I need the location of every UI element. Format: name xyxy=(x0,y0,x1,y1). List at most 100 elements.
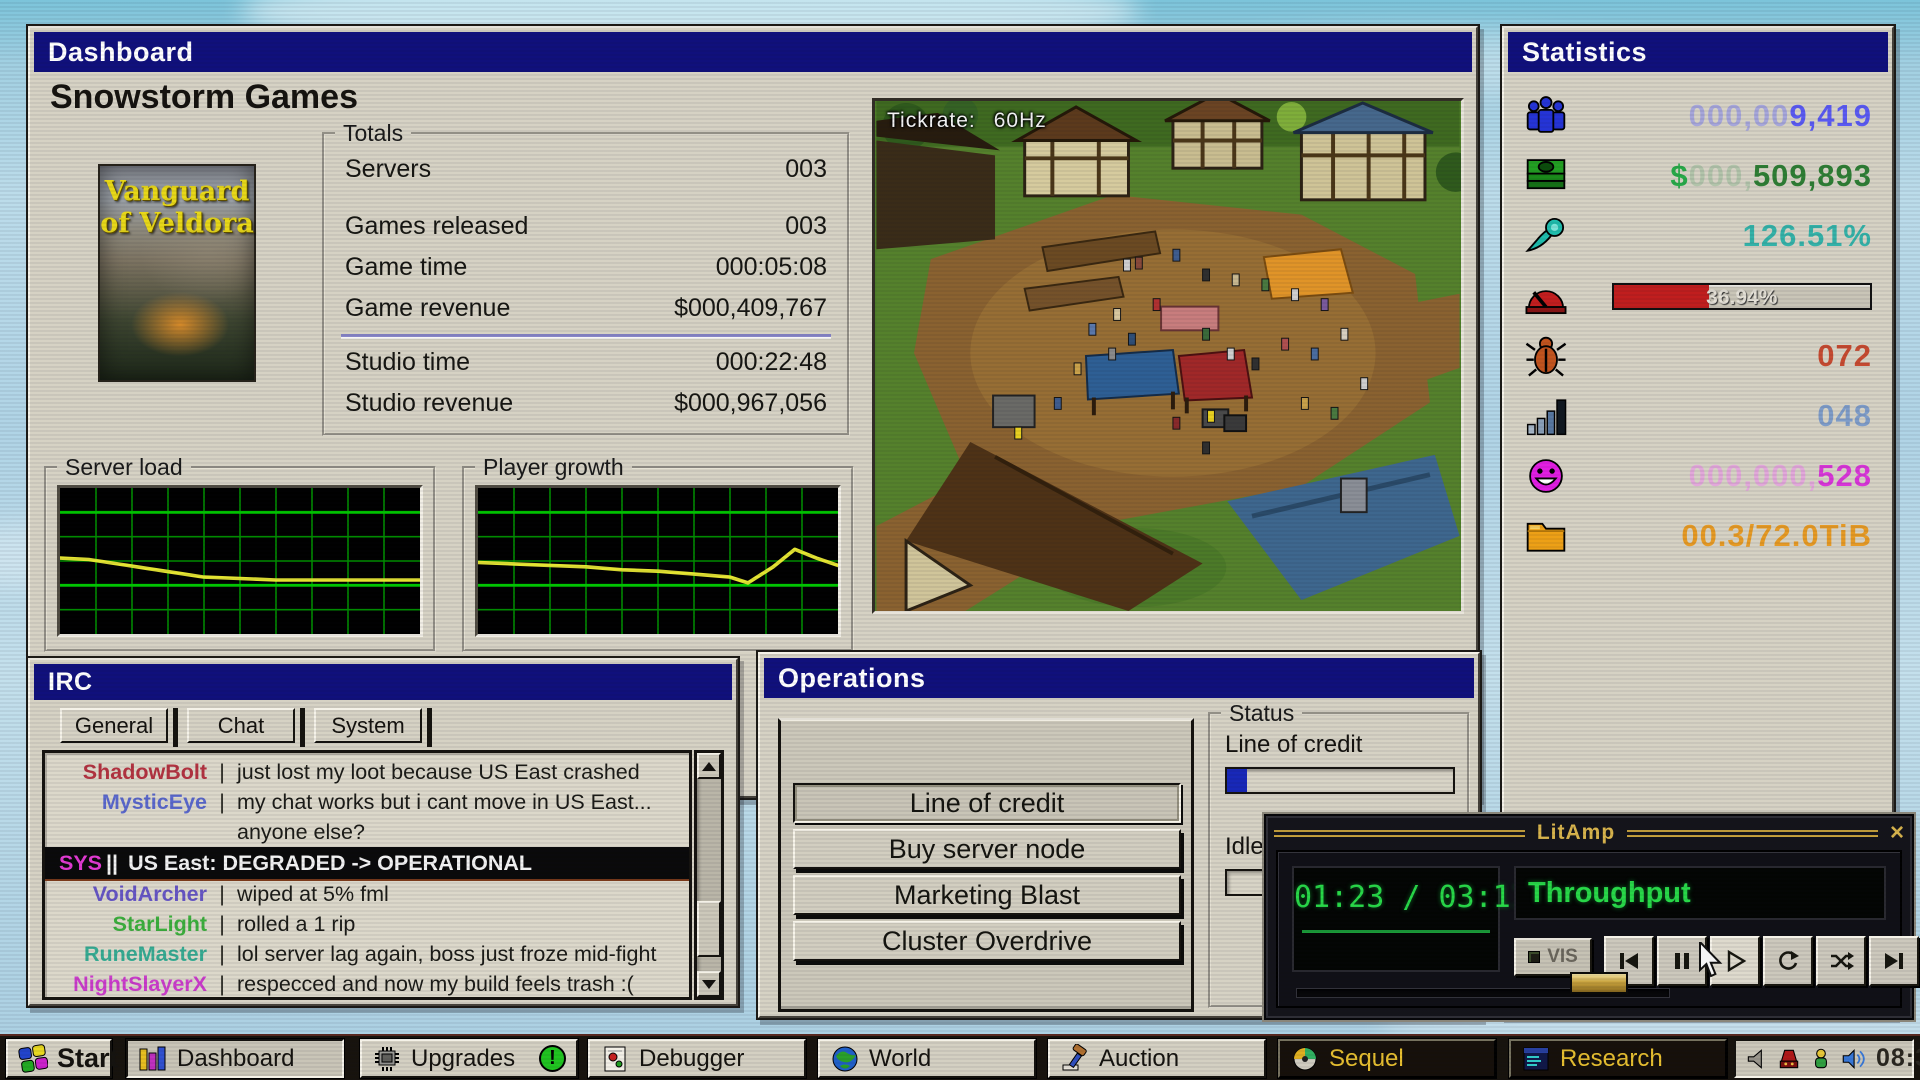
system-tray: 08:37 xyxy=(1734,1039,1914,1078)
slider-handle[interactable] xyxy=(1570,972,1628,994)
taskbar-button-auction[interactable]: Auction xyxy=(1048,1039,1266,1078)
signal-icon xyxy=(1524,394,1568,438)
totals-label: Studio time xyxy=(345,348,470,377)
start-button[interactable]: Start xyxy=(6,1039,112,1078)
totals-row: Game time 000:05:08 xyxy=(329,247,843,288)
game-viewport[interactable]: Tickrate:60Hz xyxy=(872,98,1464,614)
totals-row: Game revenue $000,409,767 xyxy=(329,288,843,329)
tab-chat[interactable]: Chat xyxy=(187,708,295,743)
irc-message: MysticEye | my chat works but i cant mov… xyxy=(45,787,689,817)
stat-row: 000,000,528 xyxy=(1508,446,1888,506)
litamp-volume-slider[interactable] xyxy=(1296,988,1670,998)
playback-tray-icon[interactable] xyxy=(1744,1046,1770,1072)
totals-value: $000,409,767 xyxy=(674,294,827,323)
irc-separator: || xyxy=(106,851,118,876)
tickrate-label: Tickrate:60Hz xyxy=(887,109,1047,133)
start-logo-icon xyxy=(18,1044,48,1074)
litamp-main: 01:23 / 03:11 Throughput VIS xyxy=(1276,850,1902,1008)
irc-title: IRC xyxy=(48,668,93,697)
volume-tray-icon[interactable] xyxy=(1840,1046,1866,1072)
game-cover-title-line2: of Veldora xyxy=(100,208,254,240)
litamp-lcd: 01:23 / 03:11 xyxy=(1292,866,1500,972)
scroll-up-button[interactable] xyxy=(697,753,721,779)
line-of-credit-button[interactable]: Line of credit xyxy=(793,783,1181,823)
player-growth-legend: Player growth xyxy=(475,454,632,481)
irc-message-text: my chat works but i cant move in US East… xyxy=(237,790,652,815)
totals-row: Studio time 000:22:48 xyxy=(329,342,843,383)
taskbar-button-debugger[interactable]: Debugger xyxy=(588,1039,806,1078)
previous-icon xyxy=(1616,948,1642,974)
upgrades-icon xyxy=(372,1044,402,1074)
stat-value: 048 xyxy=(1817,398,1872,434)
taskbar-button-label: Auction xyxy=(1099,1045,1179,1073)
irc-message: RuneMaster | lol server lag again, boss … xyxy=(45,939,689,969)
irc-message: VoidArcher | wiped at 5% fml xyxy=(45,879,689,909)
scroll-down-button[interactable] xyxy=(697,971,721,997)
litamp-track-title: Throughput xyxy=(1528,877,1691,910)
irc-separator: | xyxy=(215,972,229,997)
litamp-track-display: Throughput xyxy=(1514,866,1886,920)
totals-value: 003 xyxy=(785,155,827,184)
taskbar-button-dashboard[interactable]: Dashboard xyxy=(126,1039,344,1078)
totals-label: Game time xyxy=(345,253,467,282)
tab-label: General xyxy=(75,713,153,739)
totals-groupbox: Totals Servers 003 Games released 003 Ga… xyxy=(322,132,850,436)
cluster-overdrive-button[interactable]: Cluster Overdrive xyxy=(793,921,1181,961)
shuffle-button[interactable] xyxy=(1816,936,1866,986)
game-cover[interactable]: Vanguard of Veldora xyxy=(98,164,256,382)
status-label: Idle xyxy=(1225,833,1264,861)
stat-row: 36.94% xyxy=(1508,266,1888,326)
irc-window: IRC General Chat System ShadowBolt | jus… xyxy=(28,658,738,1006)
taskbar-button-research[interactable]: Research xyxy=(1509,1039,1727,1078)
irc-nick: NightSlayerX xyxy=(45,972,207,997)
player-growth-groupbox: Player growth xyxy=(462,466,854,652)
litamp-window: LitAmp × 01:23 / 03:11 Throughput VIS xyxy=(1264,814,1914,1020)
next-button[interactable] xyxy=(1869,936,1919,986)
close-icon[interactable]: × xyxy=(1890,821,1904,845)
operations-title: Operations xyxy=(778,663,926,694)
buy-server-node-button[interactable]: Buy server node xyxy=(793,829,1181,869)
irc-message: ShadowBolt | just lost my loot because U… xyxy=(45,757,689,787)
tab-system[interactable]: System xyxy=(314,708,422,743)
bar-label: 36.94% xyxy=(1706,286,1777,310)
irc-nick: SYS xyxy=(59,851,102,876)
taskbar-button-world[interactable]: World xyxy=(818,1039,1036,1078)
irc-message-text: respecced and now my build feels trash :… xyxy=(237,972,634,997)
statistics-titlebar[interactable]: Statistics xyxy=(1508,32,1888,72)
irc-nick: StarLight xyxy=(45,912,207,937)
irc-message: anyone else? xyxy=(45,817,689,847)
play-icon xyxy=(1722,948,1748,974)
arrow-down-icon xyxy=(702,980,716,989)
irc-nick: MysticEye xyxy=(45,790,207,815)
dashboard-titlebar[interactable]: Dashboard xyxy=(34,32,1472,72)
irc-nick: ShadowBolt xyxy=(45,760,207,785)
repeat-button[interactable] xyxy=(1763,936,1813,986)
litamp-titlebar[interactable]: LitAmp × xyxy=(1274,820,1904,846)
taskbar-button-label: Dashboard xyxy=(177,1045,294,1073)
repeat-icon xyxy=(1775,948,1801,974)
money-icon xyxy=(1524,154,1568,198)
irc-scrollbar[interactable] xyxy=(694,750,724,1000)
dashboard-title: Dashboard xyxy=(48,37,194,68)
taskbar-button-sequel[interactable]: Sequel xyxy=(1278,1039,1496,1078)
operations-titlebar[interactable]: Operations xyxy=(764,658,1474,698)
irc-titlebar[interactable]: IRC xyxy=(34,664,732,700)
irc-body: General Chat System ShadowBolt | just lo… xyxy=(34,704,732,1000)
play-button[interactable] xyxy=(1710,936,1760,986)
taskbar-button-upgrades[interactable]: Upgrades ! xyxy=(360,1039,578,1078)
totals-value: $000,967,056 xyxy=(674,389,827,418)
pause-button[interactable] xyxy=(1657,936,1707,986)
scrollbar-thumb[interactable] xyxy=(697,901,721,957)
taskbar-button-label: Sequel xyxy=(1329,1045,1404,1073)
litamp-title: LitAmp xyxy=(1537,821,1615,845)
character-tray-icon[interactable] xyxy=(1808,1046,1834,1072)
marketing-blast-button[interactable]: Marketing Blast xyxy=(793,875,1181,915)
shuffle-icon xyxy=(1828,948,1854,974)
vis-toggle-button[interactable]: VIS xyxy=(1514,938,1592,976)
stat-value: 00.3/72.0TiB xyxy=(1681,518,1872,554)
totals-divider xyxy=(341,334,831,337)
totals-value: 003 xyxy=(785,212,827,241)
irc-nick: RuneMaster xyxy=(45,942,207,967)
tab-general[interactable]: General xyxy=(60,708,168,743)
fez-tray-icon[interactable] xyxy=(1776,1046,1802,1072)
